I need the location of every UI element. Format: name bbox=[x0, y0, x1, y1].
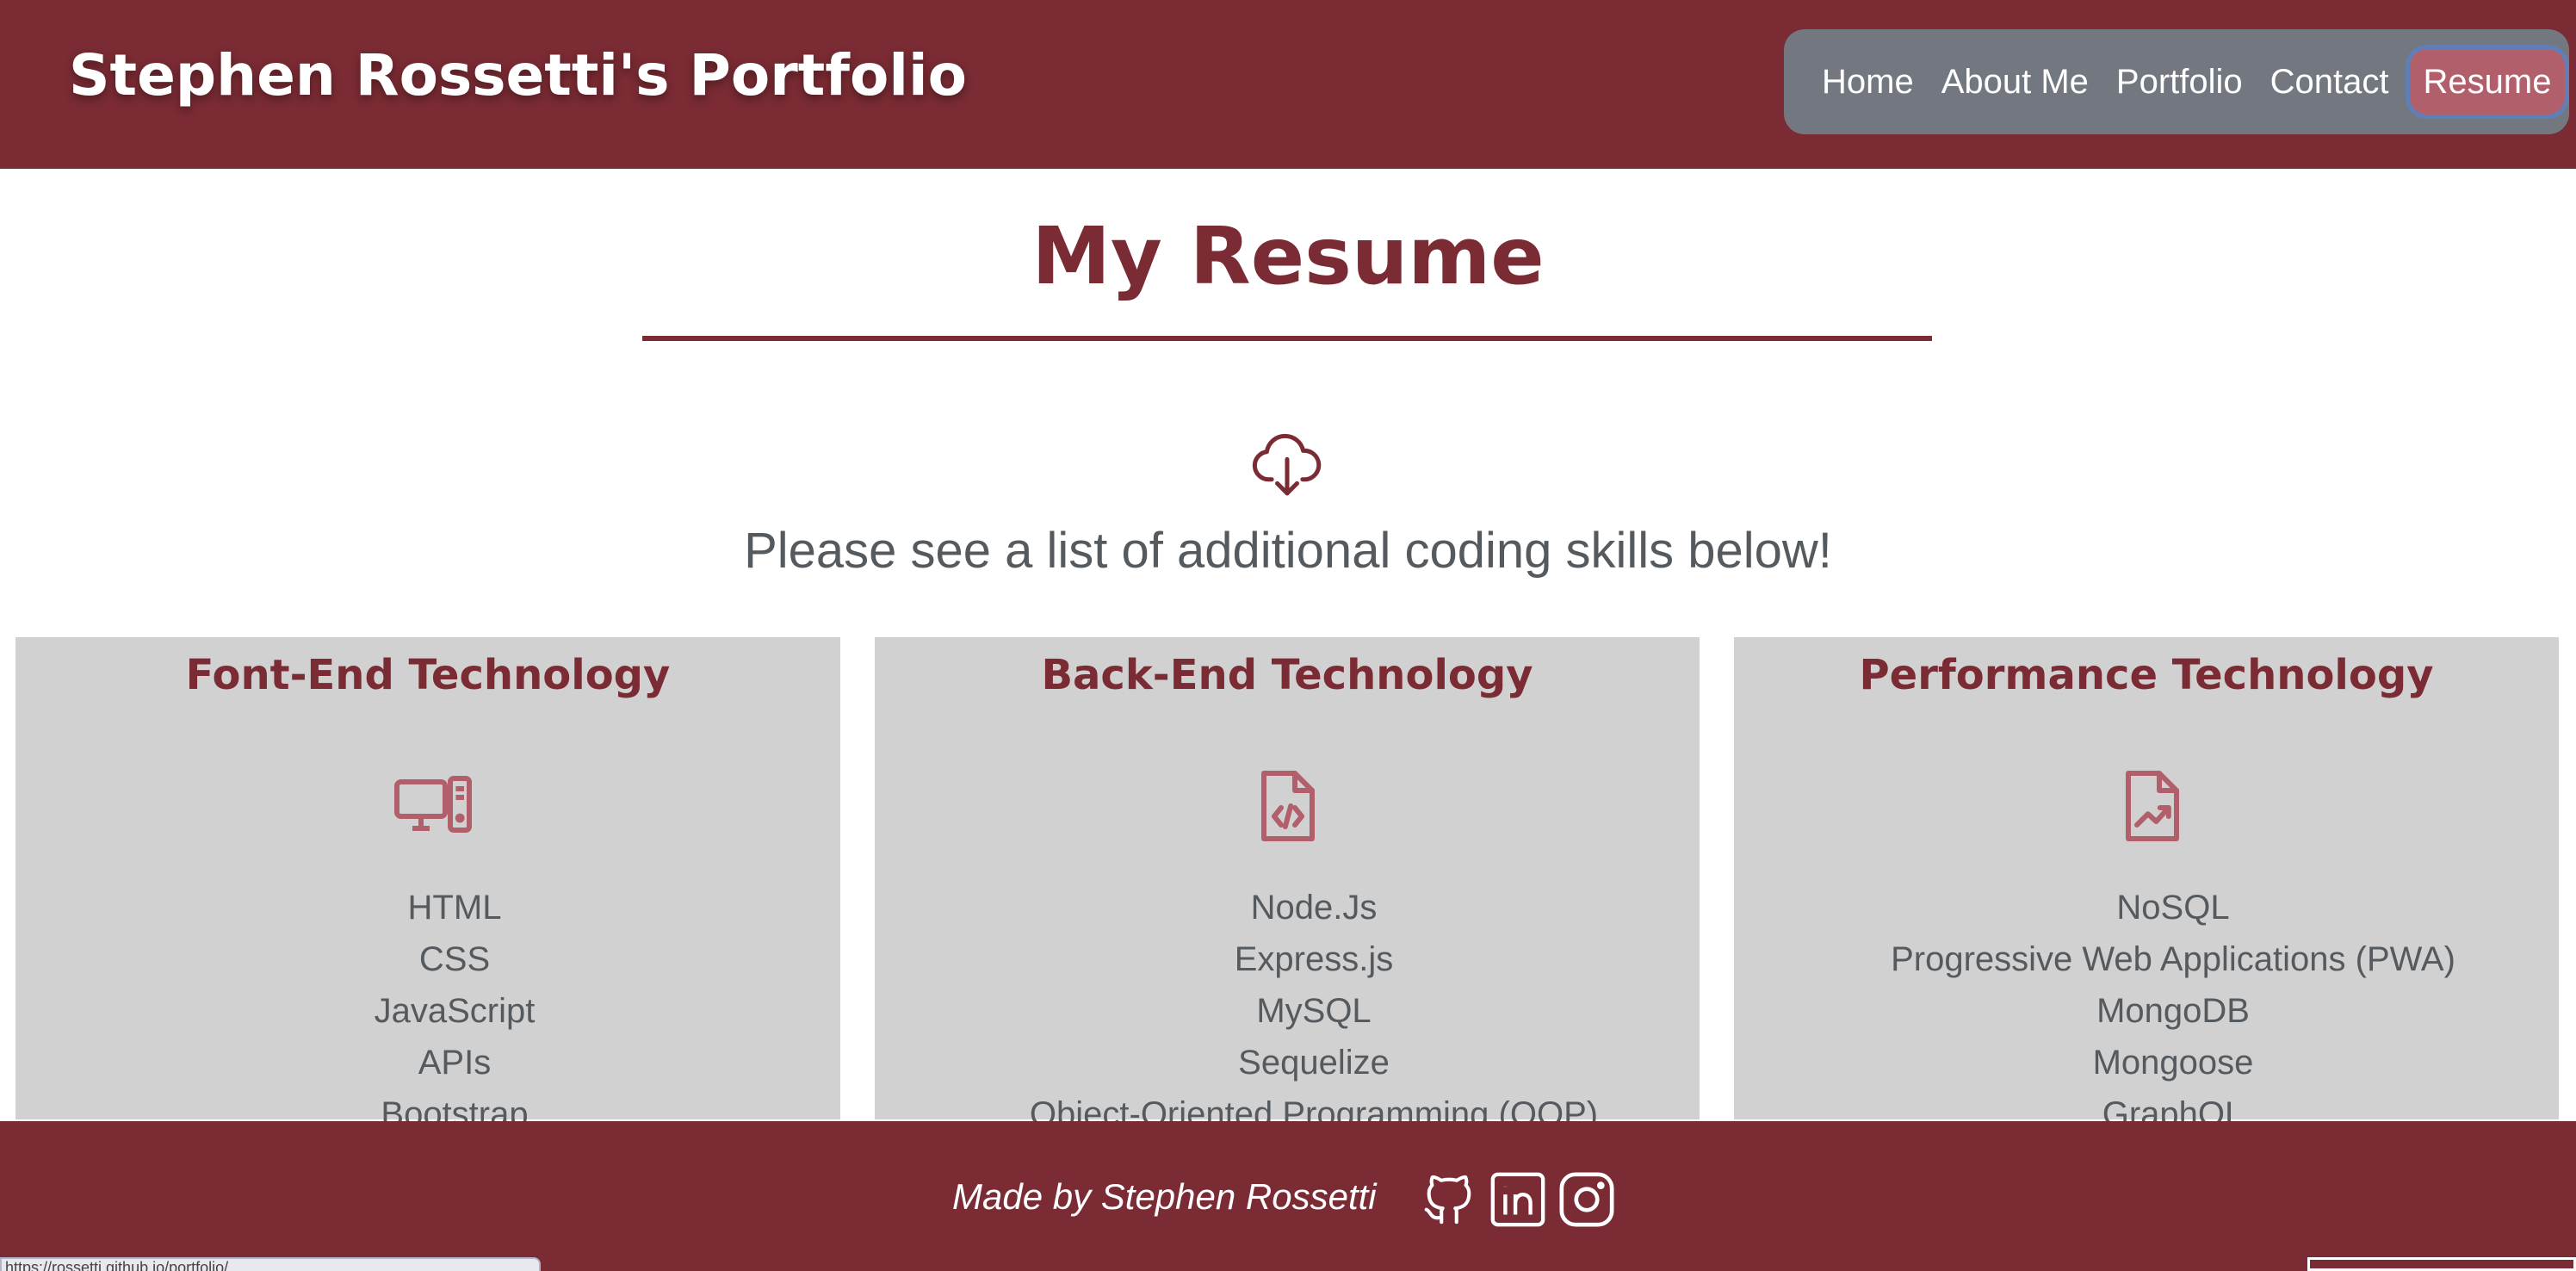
card-title: Font-End Technology bbox=[185, 651, 671, 699]
nav-about-me[interactable]: About Me bbox=[1928, 53, 2102, 111]
cloud-download-icon[interactable] bbox=[1250, 425, 1324, 499]
list-item: Mongoose bbox=[2092, 1044, 2254, 1082]
chart-file-icon bbox=[2126, 771, 2179, 841]
list-item: APIs bbox=[418, 1044, 492, 1082]
nav-contact[interactable]: Contact bbox=[2257, 53, 2403, 111]
page-thumbnail bbox=[2307, 1257, 2576, 1271]
list-item: Progressive Web Applications (PWA) bbox=[1891, 940, 2455, 978]
list-item: NoSQL bbox=[2116, 889, 2230, 927]
card-title: Performance Technology bbox=[1859, 651, 2434, 699]
list-item: Node.Js bbox=[1250, 889, 1378, 927]
instagram-icon[interactable] bbox=[1557, 1169, 1617, 1230]
card-back-end: Back-End Technology Node.Js Express.js M… bbox=[875, 637, 1700, 1133]
list-item: Express.js bbox=[1234, 940, 1394, 978]
card-performance: Performance Technology NoSQL Progressive… bbox=[1734, 637, 2559, 1133]
github-icon[interactable] bbox=[1419, 1169, 1479, 1230]
skill-list: HTML CSS JavaScript APIs Bootstrap bbox=[15, 882, 894, 1140]
skills-intro: Please see a list of additional coding s… bbox=[744, 523, 1832, 579]
linkedin-icon[interactable] bbox=[1488, 1169, 1548, 1230]
nav-home[interactable]: Home bbox=[1808, 53, 1928, 111]
status-url-bar: https://rossetti.github.io/portfolio/ bbox=[0, 1257, 541, 1271]
main-nav: Home About Me Portfolio Contact Resume bbox=[1784, 29, 2569, 134]
site-footer: Made by Stephen Rossetti bbox=[0, 1121, 2576, 1271]
footer-credit: Made by Stephen Rossetti bbox=[952, 1176, 1377, 1217]
list-item: CSS bbox=[418, 940, 491, 978]
page-title: My Resume bbox=[1031, 210, 1545, 302]
list-item: MongoDB bbox=[2096, 992, 2250, 1030]
skill-list: Node.Js Express.js MySQL Sequelize Objec… bbox=[875, 882, 1753, 1140]
site-header: Stephen Rossetti's Portfolio Home About … bbox=[0, 0, 2576, 169]
list-item: Sequelize bbox=[1238, 1044, 1390, 1082]
nav-portfolio[interactable]: Portfolio bbox=[2102, 53, 2257, 111]
list-item: MySQL bbox=[1256, 992, 1372, 1030]
desktop-computer-icon bbox=[394, 776, 472, 833]
skill-list: NoSQL Progressive Web Applications (PWA)… bbox=[1734, 882, 2576, 1140]
card-front-end: Font-End Technology HTML CSS JavaScript … bbox=[15, 637, 840, 1133]
nav-resume[interactable]: Resume bbox=[2409, 49, 2566, 115]
code-file-icon bbox=[1261, 771, 1315, 841]
list-item: JavaScript bbox=[374, 992, 536, 1030]
heading-divider bbox=[642, 336, 1932, 341]
site-title: Stephen Rossetti's Portfolio bbox=[69, 42, 967, 108]
card-title: Back-End Technology bbox=[1041, 651, 1533, 699]
list-item: HTML bbox=[407, 889, 502, 927]
